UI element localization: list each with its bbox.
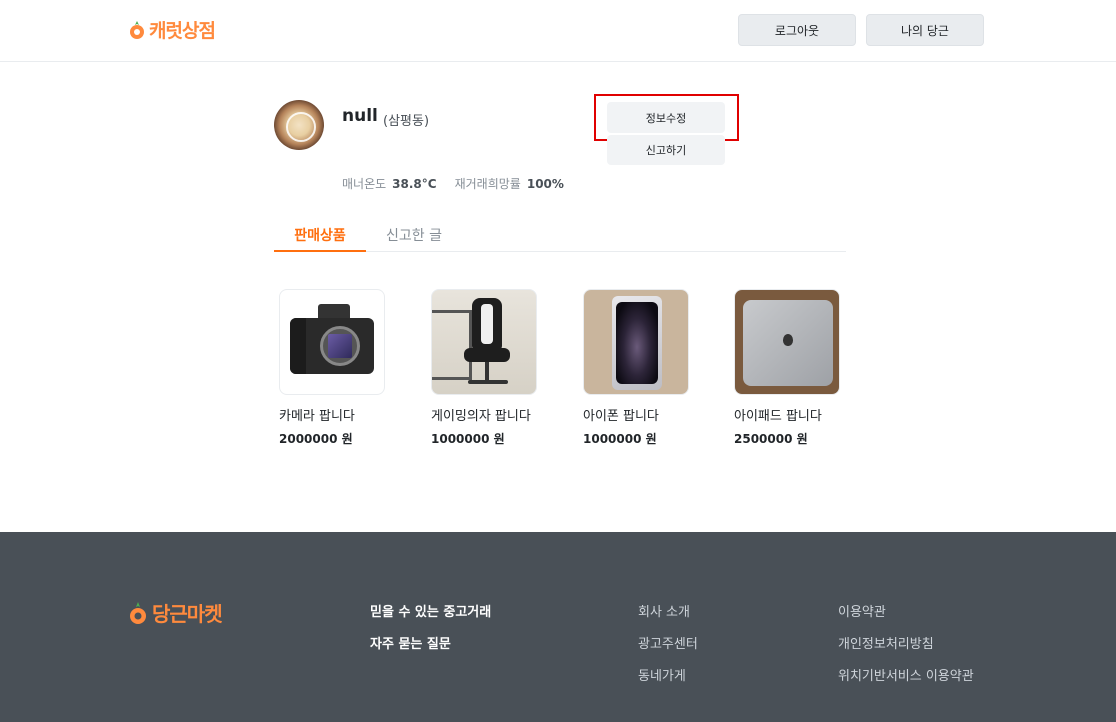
logout-button[interactable]: 로그아웃 <box>738 14 856 46</box>
manner-temp-value: 38.8°C <box>392 176 437 191</box>
product-title[interactable]: 아이폰 팝니다 <box>583 405 689 424</box>
tab-reported-posts[interactable]: 신고한 글 <box>374 218 454 252</box>
footer-link-local-store[interactable]: 동네가게 <box>638 665 686 684</box>
product-card[interactable]: 아이패드 팝니다 2500000 원 <box>734 289 840 447</box>
product-image-iphone[interactable] <box>583 289 689 395</box>
product-price: 2500000 원 <box>734 432 808 446</box>
my-carrot-button[interactable]: 나의 당근 <box>866 14 984 46</box>
profile-tabs: 판매상품 신고한 글 <box>274 218 846 252</box>
product-card[interactable]: 게이밍의자 팝니다 1000000 원 <box>431 289 537 447</box>
product-card[interactable]: 아이폰 팝니다 1000000 원 <box>583 289 689 447</box>
footer-link-location-terms[interactable]: 위치기반서비스 이용약관 <box>838 665 974 684</box>
product-image-ipad[interactable] <box>734 289 840 395</box>
footer: 당근마켓 믿을 수 있는 중고거래 자주 묻는 질문 회사 소개 광고주센터 동… <box>0 532 1116 722</box>
footer-logo-text: 당근마켓 <box>152 602 223 626</box>
product-price: 1000000 원 <box>431 432 505 446</box>
carrot-icon <box>130 20 144 39</box>
product-title[interactable]: 카메라 팝니다 <box>279 405 385 424</box>
footer-link-faq[interactable]: 자주 묻는 질문 <box>370 633 451 652</box>
footer-link-trusted-trade[interactable]: 믿을 수 있는 중고거래 <box>370 601 491 620</box>
manner-temp-label: 매너온도 <box>342 177 387 191</box>
profile-region: (삼평동) <box>383 114 430 129</box>
rehire-rate-value: 100% <box>526 176 564 191</box>
profile-stats: 매너온도 38.8°C 재거래희망률 100% <box>342 175 582 192</box>
product-image-camera[interactable] <box>279 289 385 395</box>
header: 캐럿상점 로그아웃 나의 당근 <box>0 0 1116 62</box>
product-price: 2000000 원 <box>279 432 353 446</box>
product-title[interactable]: 아이패드 팝니다 <box>734 405 840 424</box>
footer-link-company[interactable]: 회사 소개 <box>638 601 690 620</box>
profile-name: null <box>342 106 378 126</box>
logo[interactable]: 캐럿상점 <box>128 16 216 43</box>
report-button[interactable]: 신고하기 <box>607 135 725 165</box>
highlight-box <box>594 94 739 141</box>
carrot-icon <box>130 601 146 624</box>
product-card[interactable]: 카메라 팝니다 2000000 원 <box>279 289 385 447</box>
product-image-gaming-chair[interactable] <box>431 289 537 395</box>
tab-selling-products[interactable]: 판매상품 <box>274 218 366 252</box>
apple-logo-icon <box>783 334 793 346</box>
avatar <box>274 100 324 150</box>
footer-link-terms[interactable]: 이용약관 <box>838 601 886 620</box>
product-title[interactable]: 게이밍의자 팝니다 <box>431 405 537 424</box>
rehire-rate-label: 재거래희망률 <box>454 177 521 191</box>
footer-link-privacy[interactable]: 개인정보처리방침 <box>838 633 934 652</box>
footer-logo[interactable]: 당근마켓 <box>128 598 223 627</box>
logo-text: 캐럿상점 <box>149 20 216 42</box>
product-price: 1000000 원 <box>583 432 657 446</box>
footer-link-advertiser[interactable]: 광고주센터 <box>638 633 698 652</box>
